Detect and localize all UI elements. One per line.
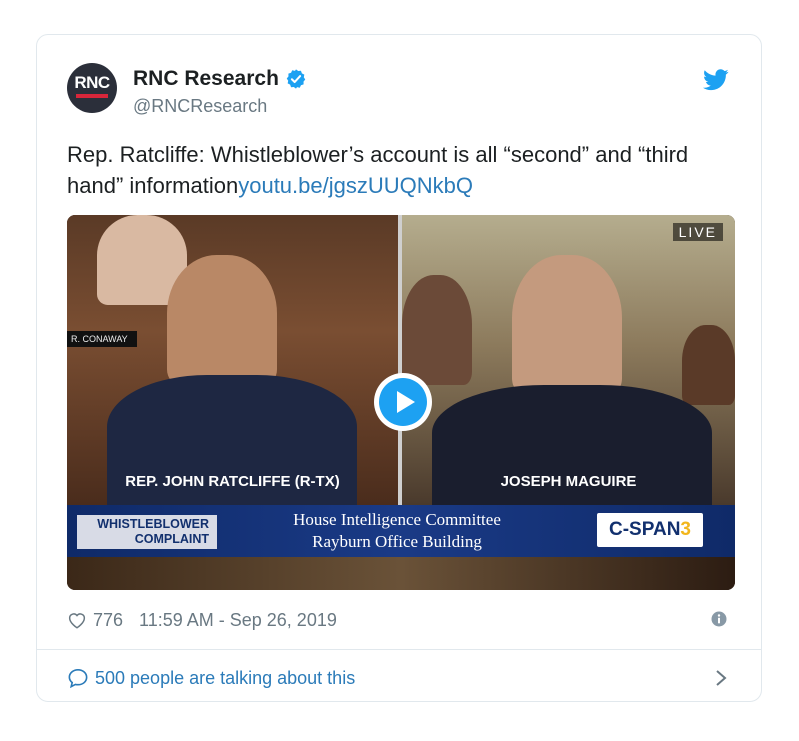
display-name[interactable]: RNC Research <box>133 67 279 91</box>
speech-bubble-icon <box>68 668 88 688</box>
witness-figure <box>512 255 622 395</box>
divider <box>37 649 761 650</box>
heart-icon[interactable] <box>67 611 87 629</box>
video-pane-right: LIVE JOSEPH MAGUIRE <box>402 215 735 505</box>
caption-right: JOSEPH MAGUIRE <box>500 473 637 490</box>
avatar-logo-bar <box>76 94 108 98</box>
info-icon[interactable] <box>711 611 727 627</box>
network-logo-number: 3 <box>680 519 691 540</box>
play-icon <box>397 391 415 413</box>
audience-figure <box>402 275 472 385</box>
audience-figure-right <box>682 325 735 405</box>
speaker-figure <box>167 255 277 385</box>
timestamp[interactable]: 11:59 AM - Sep 26, 2019 <box>139 610 337 631</box>
video-pane-left: R. CONAWAY REP. JOHN RATCLIFFE (R-TX) <box>67 215 398 505</box>
twitter-bird-icon[interactable] <box>703 69 729 91</box>
avatar[interactable]: RNC <box>67 63 117 113</box>
video-bottom-strip <box>67 557 735 590</box>
play-button[interactable] <box>374 373 432 431</box>
conversation-link[interactable]: 500 people are talking about this <box>67 665 355 691</box>
lower-third-line1: House Intelligence Committee <box>293 510 501 529</box>
video-thumbnail[interactable]: R. CONAWAY REP. JOHN RATCLIFFE (R-TX) LI… <box>67 215 735 590</box>
live-badge: LIVE <box>672 223 723 241</box>
tweet-text: Rep. Ratcliffe: Whistleblower’s account … <box>67 139 747 201</box>
like-count[interactable]: 776 <box>93 610 123 631</box>
chevron-right-icon[interactable] <box>715 669 727 687</box>
lower-third: WHISTLEBLOWER COMPLAINT House Intelligen… <box>67 505 735 557</box>
lower-third-text: House Intelligence Committee Rayburn Off… <box>237 509 557 553</box>
tweet-card[interactable]: RNC RNC Research @RNCResearch Rep. Ratcl… <box>36 34 762 702</box>
tweet-meta: 776 11:59 AM - Sep 26, 2019 <box>67 607 337 633</box>
network-logo: C-SPAN3 <box>597 513 703 547</box>
avatar-logo-text: RNC <box>74 73 110 92</box>
tweet-link[interactable]: youtu.be/jgszUUQNkbQ <box>238 173 473 198</box>
verified-badge-icon <box>286 69 306 89</box>
user-handle[interactable]: @RNCResearch <box>133 96 267 117</box>
author-row: RNC Research <box>133 65 307 93</box>
talking-count-text[interactable]: 500 people are talking about this <box>95 668 355 689</box>
play-button-inner <box>379 378 427 426</box>
nameplate: R. CONAWAY <box>67 331 137 347</box>
caption-left: REP. JOHN RATCLIFFE (R-TX) <box>125 473 340 490</box>
lower-third-tag: WHISTLEBLOWER COMPLAINT <box>77 515 217 549</box>
network-logo-text: C-SPAN <box>608 519 681 540</box>
lower-third-line2: Rayburn Office Building <box>312 532 482 551</box>
